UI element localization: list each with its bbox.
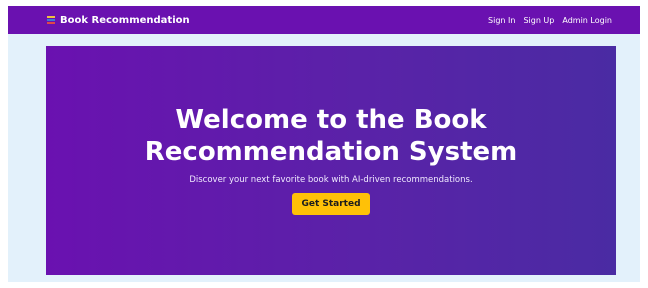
get-started-button[interactable]: Get Started: [292, 193, 370, 215]
sign-up-link[interactable]: Sign Up: [523, 16, 554, 25]
sign-in-link[interactable]: Sign In: [488, 16, 515, 25]
hero-subtitle: Discover your next favorite book with AI…: [189, 175, 473, 185]
brand[interactable]: Book Recommendation: [46, 6, 190, 34]
navbar: Book Recommendation Sign In Sign Up Admi…: [8, 6, 640, 34]
hero-section: Welcome to the Book Recommendation Syste…: [46, 46, 616, 275]
book-icon: [46, 15, 56, 25]
admin-login-link[interactable]: Admin Login: [562, 16, 612, 25]
brand-label: Book Recommendation: [60, 14, 190, 26]
hero-title: Welcome to the Book Recommendation Syste…: [144, 105, 518, 167]
nav-links: Sign In Sign Up Admin Login: [488, 6, 612, 34]
page-frame: Book Recommendation Sign In Sign Up Admi…: [8, 6, 640, 282]
